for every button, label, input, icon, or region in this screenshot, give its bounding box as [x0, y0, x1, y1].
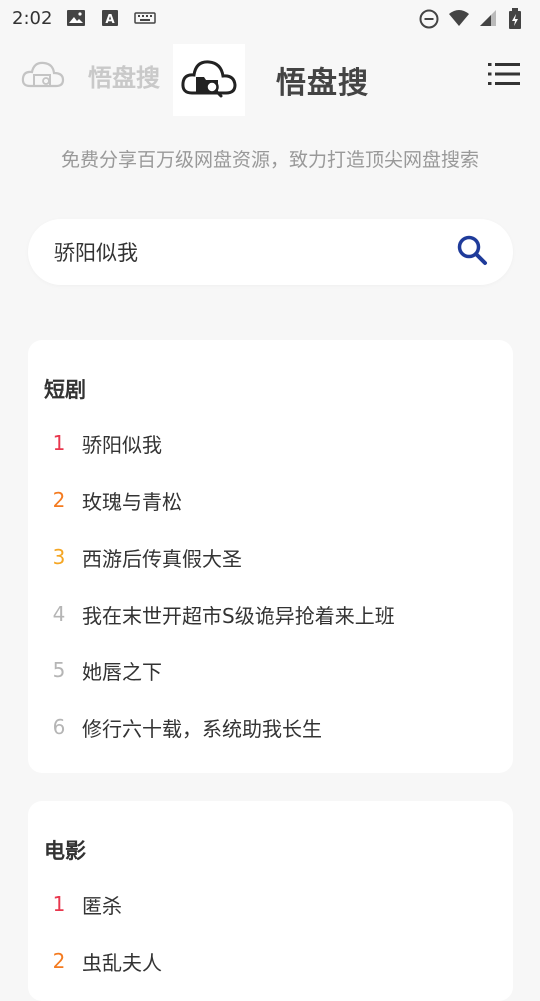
- list-item[interactable]: 6 修行六十载，系统助我长生: [44, 707, 322, 747]
- status-left: 2:02 A: [12, 7, 157, 29]
- ghost-app-title: 悟盘搜: [88, 64, 160, 92]
- wifi-icon: [448, 8, 469, 28]
- rank-label: 修行六十载，系统助我长生: [82, 716, 322, 741]
- rank-label: 我在末世开超市S级诡异抢着来上班: [82, 603, 395, 628]
- list-item[interactable]: 5 她唇之下: [44, 650, 162, 690]
- search-icon: [456, 234, 488, 270]
- section-title: 电影: [44, 839, 86, 863]
- menu-list-icon: [488, 61, 520, 91]
- rank-number: 2: [52, 488, 66, 512]
- section-title: 短剧: [44, 378, 86, 402]
- dnd-icon: [418, 8, 439, 29]
- section-card-short-drama: 短剧 1 骄阳似我 2 玫瑰与青松 3 西游后传真假大圣 4 我在末世开超市S级…: [28, 340, 513, 773]
- tagline: 免费分享百万级网盘资源，致力打造顶尖网盘搜索: [60, 149, 479, 171]
- status-right: [418, 8, 528, 29]
- rank-number: 3: [52, 545, 66, 569]
- rank-label: 西游后传真假大圣: [82, 546, 242, 571]
- cloud-folder-search-icon: [180, 55, 238, 105]
- signal-icon: [478, 8, 498, 28]
- search-bar: [28, 219, 513, 285]
- rank-label: 匿杀: [82, 893, 122, 918]
- rank-number: 2: [52, 949, 66, 973]
- app-logo[interactable]: [173, 44, 245, 116]
- list-item[interactable]: 1 匿杀: [44, 884, 122, 924]
- rank-number: 4: [52, 602, 66, 626]
- section-card-movie: 电影 1 匿杀 2 虫乱夫人: [28, 801, 513, 1001]
- rank-number: 1: [52, 892, 66, 916]
- app-title: 悟盘搜: [276, 66, 369, 101]
- image-icon: [66, 8, 86, 28]
- list-item[interactable]: 3 西游后传真假大圣: [44, 537, 242, 577]
- status-bar: 2:02 A: [0, 0, 540, 36]
- list-item[interactable]: 2 虫乱夫人: [44, 941, 162, 981]
- rank-label: 玫瑰与青松: [82, 489, 182, 514]
- list-item[interactable]: 4 我在末世开超市S级诡异抢着来上班: [44, 594, 395, 634]
- list-item[interactable]: 2 玫瑰与青松: [44, 480, 182, 520]
- svg-text:A: A: [106, 12, 116, 26]
- menu-button[interactable]: [488, 62, 520, 90]
- search-button[interactable]: [455, 235, 489, 269]
- rank-number: 5: [52, 658, 66, 682]
- search-input[interactable]: [54, 219, 434, 285]
- list-item[interactable]: 1 骄阳似我: [44, 423, 162, 463]
- rank-label: 她唇之下: [82, 659, 162, 684]
- cloud-folder-search-icon: [20, 56, 66, 96]
- rank-label: 骄阳似我: [82, 432, 162, 457]
- app-header: 悟盘搜 悟盘搜: [0, 36, 540, 118]
- rank-number: 6: [52, 715, 66, 739]
- rank-label: 虫乱夫人: [82, 950, 162, 975]
- a-keyboard-icon: A: [100, 8, 120, 28]
- battery-icon: [508, 8, 528, 29]
- status-time: 2:02: [12, 7, 53, 29]
- rank-number: 1: [52, 431, 66, 455]
- keyboard-icon: [134, 8, 157, 28]
